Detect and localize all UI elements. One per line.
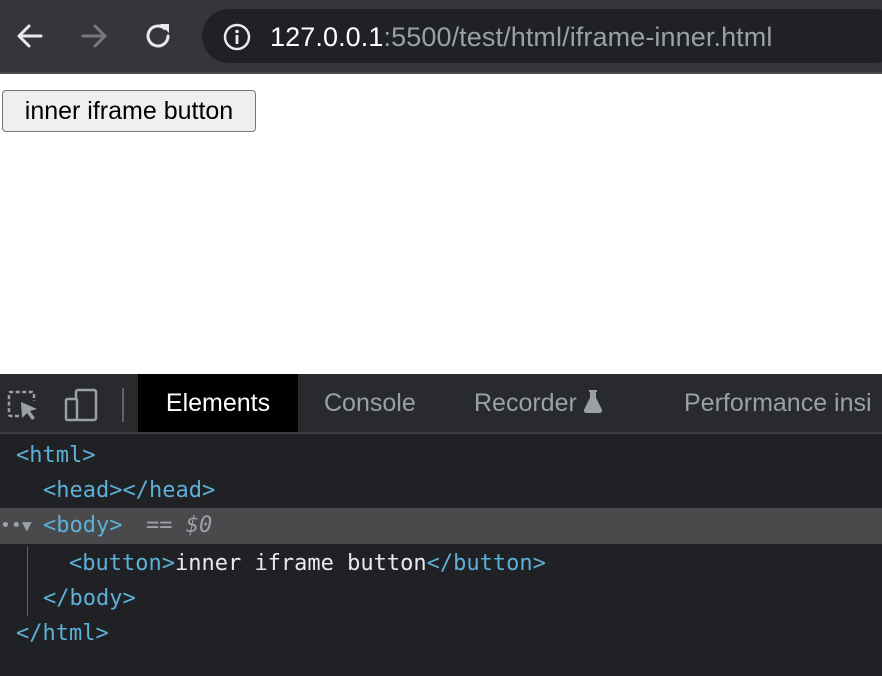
- tab-elements[interactable]: Elements: [138, 374, 298, 432]
- arrow-left-icon: [17, 24, 43, 48]
- tabbar-separator: [122, 388, 124, 422]
- inspect-element-icon[interactable]: [6, 388, 40, 422]
- info-circle-icon[interactable]: [222, 22, 252, 52]
- tab-performance-insights[interactable]: Performance insi: [684, 374, 872, 432]
- flask-icon: [583, 390, 602, 414]
- browser-toolbar: 127.0.0.1:5500/test/html/iframe-inner.ht…: [0, 0, 882, 72]
- url-text[interactable]: 127.0.0.1:5500/test/html/iframe-inner.ht…: [270, 20, 772, 54]
- tag-button-close: </button>: [426, 551, 546, 576]
- dom-node-html-close[interactable]: </html>: [0, 616, 882, 652]
- expand-triangle-icon[interactable]: ▼: [22, 508, 32, 544]
- tab-recorder-label: Recorder: [474, 389, 577, 417]
- dom-node-html-open[interactable]: <html>: [0, 438, 882, 474]
- back-button[interactable]: [10, 16, 50, 56]
- dom-node-head[interactable]: <head></head>: [0, 473, 882, 509]
- reload-icon: [146, 24, 170, 48]
- dom-node-body-close[interactable]: </body>: [0, 581, 882, 617]
- dom-node-button[interactable]: <button>inner iframe button</button>: [0, 546, 882, 582]
- tag-body-open: <body>: [43, 513, 123, 538]
- device-toolbar-icon[interactable]: [64, 388, 98, 422]
- url-path: :5500/test/html/iframe-inner.html: [383, 22, 773, 52]
- tab-recorder[interactable]: Recorder: [474, 374, 603, 432]
- button-node-content: <button>inner iframe button</button>: [69, 546, 546, 582]
- tag-head: <head></head>: [43, 478, 216, 503]
- tag-body-close: </body>: [43, 586, 136, 611]
- dom-tree: <html> <head></head> •• ▼ <body> == $0 <…: [0, 436, 882, 676]
- inner-iframe-button[interactable]: inner iframe button: [2, 90, 256, 132]
- more-dots-icon[interactable]: ••: [0, 508, 22, 544]
- dom-node-body-selected[interactable]: •• ▼ <body> == $0: [0, 508, 882, 544]
- tab-console[interactable]: Console: [324, 374, 416, 432]
- reload-button[interactable]: [138, 16, 178, 56]
- tag-html-close: </html>: [16, 621, 109, 646]
- page-viewport: inner iframe button: [0, 74, 882, 374]
- url-host: 127.0.0.1: [270, 22, 384, 52]
- arrow-right-icon: [81, 24, 107, 48]
- forward-button[interactable]: [74, 16, 114, 56]
- tag-button-open: <button>: [69, 551, 175, 576]
- devtools-panel: Elements Console Recorder Performance in…: [0, 374, 882, 676]
- selected-node-marker: == $0: [146, 513, 213, 538]
- devtools-tabbar: Elements Console Recorder Performance in…: [0, 374, 882, 434]
- tag-html-open: <html>: [16, 443, 96, 468]
- button-node-text: inner iframe button: [174, 551, 427, 576]
